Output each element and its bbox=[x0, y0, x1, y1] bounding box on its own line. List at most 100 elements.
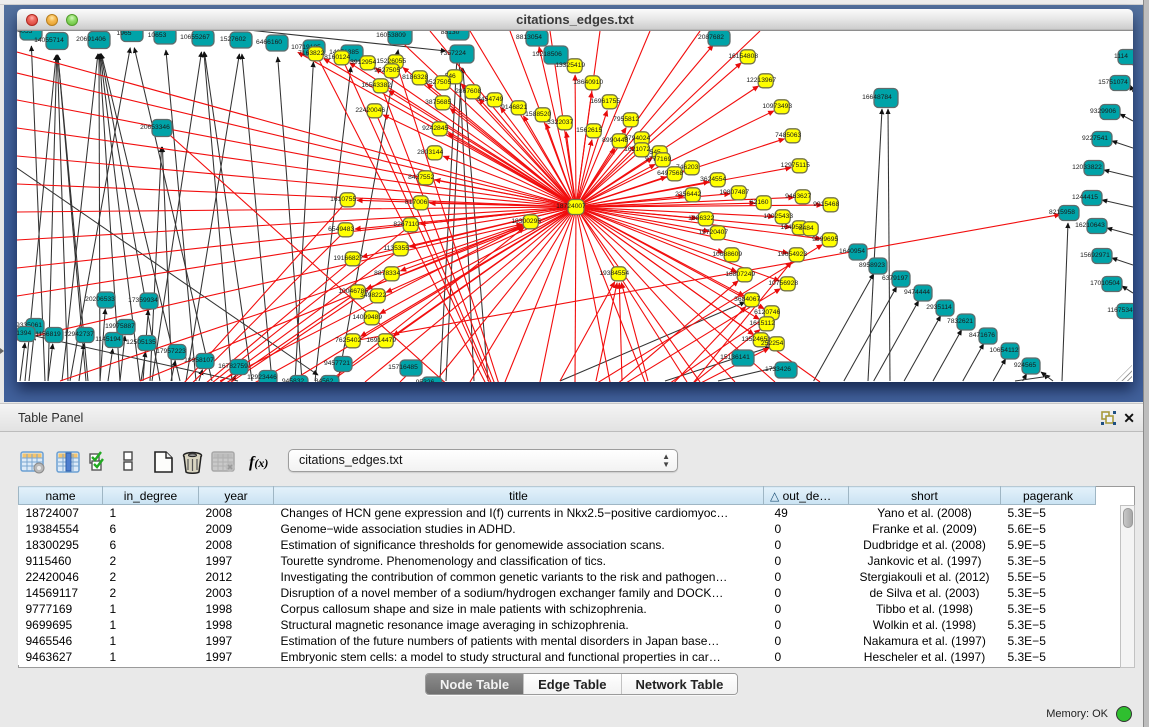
svg-text:10653: 10653 bbox=[148, 32, 167, 39]
svg-text:1114: 1114 bbox=[1114, 53, 1128, 60]
svg-text:18724007: 18724007 bbox=[556, 203, 586, 210]
svg-text:7832621: 7832621 bbox=[947, 318, 973, 325]
svg-text:2935114: 2935114 bbox=[926, 304, 952, 311]
svg-text:252254: 252254 bbox=[761, 340, 784, 347]
svg-text:6794024: 6794024 bbox=[624, 135, 650, 142]
svg-text:14055714: 14055714 bbox=[34, 37, 64, 44]
svg-text:3624554: 3624554 bbox=[700, 176, 726, 183]
svg-text:16961755: 16961755 bbox=[590, 98, 620, 105]
svg-text:2087682: 2087682 bbox=[698, 34, 724, 41]
svg-text:9242845: 9242845 bbox=[422, 125, 448, 132]
svg-text:9699695: 9699695 bbox=[812, 236, 838, 243]
svg-text:1610755: 1610755 bbox=[330, 196, 356, 203]
svg-text:15692971: 15692971 bbox=[1080, 252, 1110, 259]
svg-text:12942737: 12942737 bbox=[64, 331, 94, 338]
svg-text:10958107: 10958107 bbox=[184, 357, 214, 364]
svg-text:18807249: 18807249 bbox=[725, 271, 755, 278]
svg-text:19166827: 19166827 bbox=[333, 255, 363, 262]
svg-text:9915468: 9915468 bbox=[813, 201, 839, 208]
svg-text:16543382: 16543382 bbox=[361, 82, 391, 89]
svg-text:12505135: 12505135 bbox=[126, 339, 156, 346]
svg-text:3912954: 3912954 bbox=[350, 59, 376, 66]
svg-text:1145194: 1145194 bbox=[95, 336, 121, 343]
svg-text:6379197: 6379197 bbox=[882, 275, 908, 282]
svg-text:8160124: 8160124 bbox=[324, 54, 350, 61]
svg-text:16210643: 16210643 bbox=[1075, 222, 1105, 229]
svg-text:3684067: 3684067 bbox=[734, 296, 760, 303]
svg-text:16648784: 16648784 bbox=[862, 94, 892, 101]
svg-text:2356442: 2356442 bbox=[675, 191, 701, 198]
svg-text:15751074: 15751074 bbox=[1098, 79, 1128, 86]
svg-text:1244415: 1244415 bbox=[1072, 194, 1098, 201]
svg-text:3498222: 3498222 bbox=[360, 292, 386, 299]
svg-text:1886322: 1886322 bbox=[688, 215, 714, 222]
svg-text:10654112: 10654112 bbox=[989, 347, 1019, 354]
svg-text:20691406: 20691406 bbox=[76, 36, 106, 43]
svg-text:8958923: 8958923 bbox=[859, 262, 885, 269]
svg-text:8484: 8484 bbox=[799, 225, 814, 232]
svg-text:12213967: 12213967 bbox=[746, 77, 776, 84]
svg-text:95326: 95326 bbox=[416, 379, 435, 382]
svg-text:6120746: 6120746 bbox=[754, 309, 780, 316]
svg-text:945832: 945832 bbox=[282, 378, 305, 382]
svg-text:12975115: 12975115 bbox=[781, 162, 811, 169]
svg-text:13325419: 13325419 bbox=[555, 62, 585, 69]
svg-text:1156819: 1156819 bbox=[35, 331, 61, 338]
svg-text:8267110: 8267110 bbox=[393, 221, 419, 228]
svg-text:2867608: 2867608 bbox=[455, 88, 481, 95]
svg-text:84562: 84562 bbox=[315, 378, 334, 382]
svg-text:3875685: 3875685 bbox=[425, 99, 451, 106]
svg-text:17957223: 17957223 bbox=[156, 348, 186, 355]
svg-text:17359934: 17359934 bbox=[128, 297, 158, 304]
svg-text:7163822: 7163822 bbox=[298, 50, 324, 57]
svg-text:15716485: 15716485 bbox=[388, 364, 418, 371]
svg-text:9329906: 9329906 bbox=[1090, 108, 1116, 115]
svg-text:16914479: 16914479 bbox=[366, 337, 396, 344]
svg-text:1965: 1965 bbox=[117, 31, 132, 37]
svg-text:18300295: 18300295 bbox=[511, 218, 541, 225]
svg-text:817006: 817006 bbox=[405, 199, 428, 206]
svg-text:9777169: 9777169 bbox=[645, 156, 671, 163]
svg-text:10025433: 10025433 bbox=[763, 213, 793, 220]
svg-text:19654923: 19654923 bbox=[777, 251, 807, 258]
svg-text:62160: 62160 bbox=[750, 199, 769, 206]
svg-text:9527505: 9527505 bbox=[374, 67, 400, 74]
svg-text:3322037: 3322037 bbox=[547, 119, 573, 126]
svg-text:9463627: 9463627 bbox=[785, 193, 811, 200]
svg-text:88130: 88130 bbox=[441, 31, 460, 36]
svg-text:391394: 391394 bbox=[17, 330, 31, 337]
svg-text:1167534: 1167534 bbox=[1107, 307, 1133, 314]
svg-text:7955812: 7955812 bbox=[613, 116, 639, 123]
svg-text:12033822: 12033822 bbox=[1072, 164, 1102, 171]
svg-text:20653346: 20653346 bbox=[140, 124, 170, 131]
svg-text:1621072: 1621072 bbox=[624, 146, 650, 153]
svg-text:10655267: 10655267 bbox=[180, 34, 210, 41]
svg-text:8813054: 8813054 bbox=[516, 34, 542, 41]
svg-text:17010504: 17010504 bbox=[1090, 280, 1120, 287]
svg-text:1615112: 1615112 bbox=[749, 320, 775, 327]
svg-text:1562615: 1562615 bbox=[576, 127, 602, 134]
svg-text:10807487: 10807487 bbox=[719, 189, 749, 196]
svg-text:12923446: 12923446 bbox=[247, 374, 277, 381]
svg-text:16154808: 16154808 bbox=[728, 53, 758, 60]
svg-text:8427552: 8427552 bbox=[408, 174, 434, 181]
svg-text:15136141: 15136141 bbox=[720, 354, 750, 361]
svg-text:1640954: 1640954 bbox=[839, 248, 865, 255]
svg-text:16053809: 16053809 bbox=[376, 32, 406, 39]
svg-text:1527602: 1527602 bbox=[220, 36, 246, 43]
svg-text:15720407: 15720407 bbox=[698, 229, 728, 236]
svg-text:6466160: 6466160 bbox=[256, 39, 282, 46]
svg-text:10688609: 10688609 bbox=[712, 251, 742, 258]
svg-text:6497568: 6497568 bbox=[657, 170, 683, 177]
svg-text:19218506: 19218506 bbox=[532, 51, 562, 58]
svg-text:10756928: 10756928 bbox=[768, 280, 798, 287]
svg-text:924565: 924565 bbox=[1014, 362, 1037, 369]
svg-text:9457721: 9457721 bbox=[324, 360, 350, 367]
svg-text:16782759: 16782759 bbox=[218, 363, 248, 370]
svg-text:9527505: 9527505 bbox=[425, 79, 451, 86]
svg-text:10973493: 10973493 bbox=[762, 103, 792, 110]
svg-text:22420046: 22420046 bbox=[355, 107, 385, 114]
svg-text:8215958: 8215958 bbox=[1049, 209, 1075, 216]
svg-text:14099489: 14099489 bbox=[352, 314, 382, 321]
svg-text:8454749: 8454749 bbox=[477, 96, 503, 103]
